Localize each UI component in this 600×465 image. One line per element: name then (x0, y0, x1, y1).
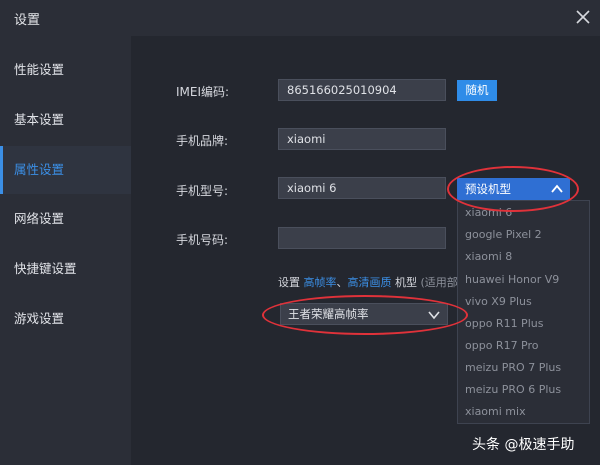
hint-middle: 机型 (395, 276, 417, 289)
brand-label: 手机品牌: (176, 134, 229, 148)
sidebar-item-game[interactable]: 游戏设置 (0, 295, 131, 343)
phone-input[interactable] (278, 227, 446, 249)
preset-option[interactable]: google Pixel 2 (465, 228, 542, 241)
sidebar-item-basic[interactable]: 基本设置 (0, 96, 131, 144)
preset-option[interactable]: xiaomi 6 (465, 206, 512, 219)
preset-model-dropdown: xiaomi 6 google Pixel 2 xiaomi 8 huawei … (457, 200, 590, 424)
window-title: 设置 (14, 13, 41, 28)
model-input[interactable]: xiaomi 6 (278, 177, 446, 199)
close-icon[interactable] (572, 6, 594, 28)
preset-option[interactable]: huawei Honor V9 (465, 273, 559, 286)
sidebar-item-performance[interactable]: 性能设置 (0, 46, 131, 94)
random-button[interactable]: 随机 (457, 80, 497, 101)
preset-hint: 设置 高帧率、高清画质 机型 (适用部 (278, 274, 458, 290)
hd-quality-link[interactable]: 高清画质 (348, 276, 392, 289)
hint-separator: 、 (336, 276, 348, 289)
brand-input[interactable]: xiaomi (278, 128, 446, 150)
preset-option[interactable]: xiaomi 8 (465, 250, 512, 263)
preset-option[interactable]: meizu PRO 7 Plus (465, 361, 561, 374)
game-preset-value: 王者荣耀高帧率 (288, 307, 369, 321)
hint-prefix: 设置 (278, 276, 300, 289)
title-bar: 设置 (0, 0, 600, 36)
high-fps-link[interactable]: 高帧率 (304, 276, 337, 289)
imei-label: IMEI编码: (176, 85, 230, 99)
sidebar-item-properties[interactable]: 属性设置 (0, 146, 131, 194)
chevron-down-icon (428, 311, 440, 320)
preset-model-select[interactable]: 预设机型 (457, 178, 570, 200)
preset-option[interactable]: xiaomi mix (465, 405, 526, 418)
sidebar-item-network[interactable]: 网络设置 (0, 195, 131, 243)
imei-input[interactable]: 865166025010904 (278, 79, 446, 101)
preset-option[interactable]: oppo R11 Plus (465, 317, 543, 330)
chevron-up-icon (551, 184, 563, 193)
preset-option[interactable]: oppo R17 Pro (465, 339, 539, 352)
sidebar-item-hotkeys[interactable]: 快捷键设置 (0, 245, 131, 293)
watermark: 头条 @极速手助 (472, 437, 575, 453)
hint-suffix: (适用部 (420, 276, 458, 289)
preset-option[interactable]: meizu PRO 6 Plus (465, 383, 561, 396)
game-preset-select[interactable]: 王者荣耀高帧率 (280, 303, 448, 325)
phone-label: 手机号码: (176, 233, 229, 247)
model-label: 手机型号: (176, 184, 229, 198)
sidebar: 性能设置 基本设置 属性设置 网络设置 快捷键设置 游戏设置 (0, 36, 131, 465)
preset-model-label: 预设机型 (465, 182, 511, 196)
preset-option[interactable]: vivo X9 Plus (465, 295, 532, 308)
